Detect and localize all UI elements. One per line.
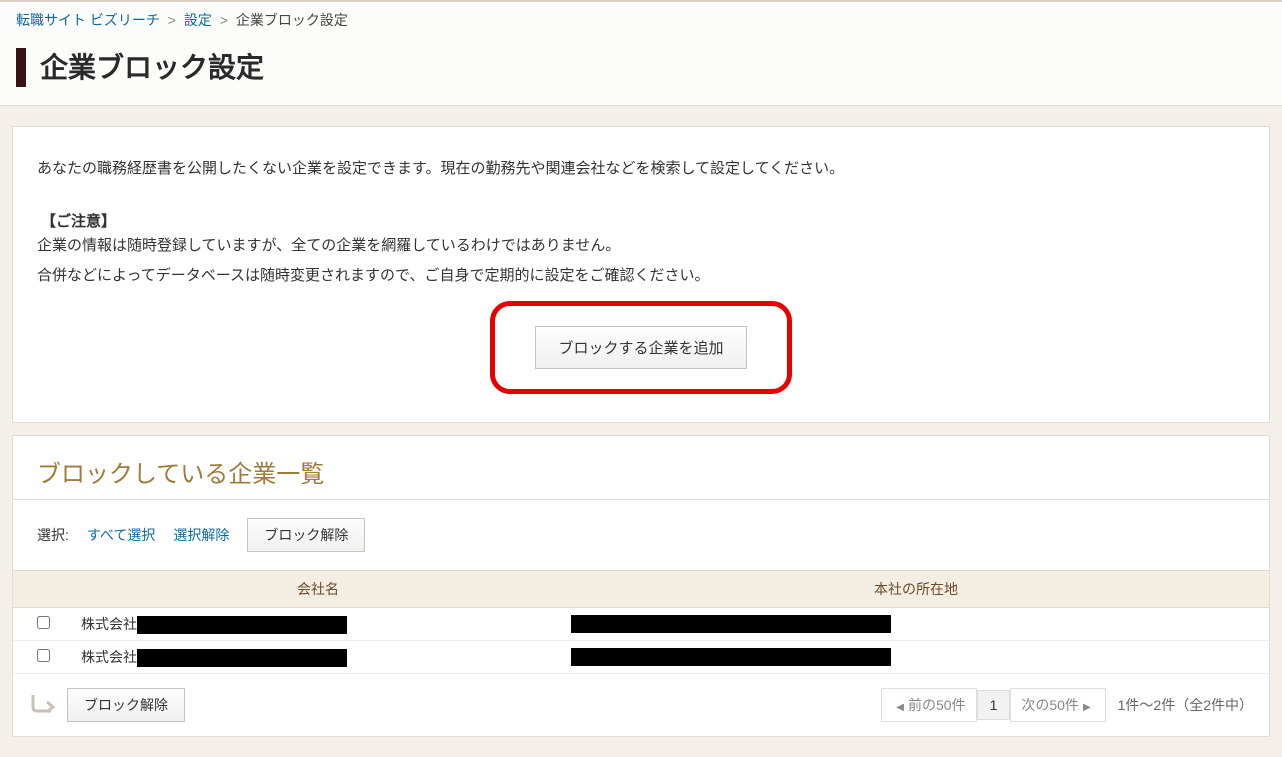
blocked-list-heading: ブロックしている企業一覧 bbox=[13, 436, 1269, 500]
page-heading: 企業ブロック設定 bbox=[0, 36, 1282, 106]
caution-title: 【ご注意】 bbox=[41, 210, 1245, 231]
select-label: 選択: bbox=[37, 525, 69, 545]
selection-toolbar: 選択: すべて選択 選択解除 ブロック解除 bbox=[13, 500, 1269, 570]
redacted-block bbox=[571, 615, 891, 633]
blocked-list-panel: ブロックしている企業一覧 選択: すべて選択 選択解除 ブロック解除 会社名 本… bbox=[12, 435, 1270, 738]
company-name-prefix: 株式会社 bbox=[81, 616, 137, 632]
table-row: 株式会社 bbox=[13, 607, 1269, 640]
breadcrumb-sep-icon: > bbox=[220, 12, 228, 28]
redacted-block bbox=[571, 648, 891, 666]
col-location: 本社の所在地 bbox=[563, 570, 1269, 607]
company-table: 会社名 本社の所在地 株式会社株式会社 bbox=[13, 570, 1269, 675]
deselect-link[interactable]: 選択解除 bbox=[173, 525, 229, 545]
current-page: 1 bbox=[977, 690, 1011, 720]
breadcrumb-sep-icon: > bbox=[168, 12, 176, 28]
unblock-button-bottom[interactable]: ブロック解除 bbox=[67, 688, 185, 722]
pager: ◀前の50件 1 次の50件▶ 1件～2件（全2件中） bbox=[881, 688, 1253, 722]
arrow-up-right-icon bbox=[29, 693, 57, 717]
select-all-link[interactable]: すべて選択 bbox=[87, 525, 155, 545]
breadcrumb-home-link[interactable]: 転職サイト ビズリーチ bbox=[16, 12, 160, 28]
chevron-left-icon: ◀ bbox=[896, 702, 904, 713]
breadcrumb-current: 企業ブロック設定 bbox=[236, 12, 348, 28]
result-count: 1件～2件（全2件中） bbox=[1118, 695, 1253, 715]
table-footer: ブロック解除 ◀前の50件 1 次の50件▶ 1件～2件（全2件中） bbox=[13, 674, 1269, 736]
next-page-button[interactable]: 次の50件▶ bbox=[1010, 688, 1105, 722]
col-checkbox bbox=[13, 570, 73, 607]
unblock-button-top[interactable]: ブロック解除 bbox=[247, 518, 365, 552]
redacted-block bbox=[137, 616, 347, 634]
breadcrumb-settings-link[interactable]: 設定 bbox=[184, 12, 212, 28]
table-row: 株式会社 bbox=[13, 640, 1269, 673]
intro-text: あなたの職務経歴書を公開したくない企業を設定できます。現在の勤務先や関連会社など… bbox=[37, 155, 1245, 184]
description-panel: あなたの職務経歴書を公開したくない企業を設定できます。現在の勤務先や関連会社など… bbox=[12, 126, 1270, 423]
chevron-right-icon: ▶ bbox=[1083, 702, 1091, 713]
caution-line-1: 企業の情報は随時登録していますが、全ての企業を網羅しているわけではありません。 bbox=[37, 231, 1245, 261]
add-block-company-button[interactable]: ブロックする企業を追加 bbox=[535, 326, 746, 369]
col-company-name: 会社名 bbox=[73, 570, 563, 607]
highlight-annotation: ブロックする企業を追加 bbox=[490, 301, 791, 394]
caution-line-2: 合併などによってデータベースは随時変更されますので、ご自身で定期的に設定をご確認… bbox=[37, 261, 1245, 291]
row-checkbox[interactable] bbox=[37, 649, 50, 662]
row-checkbox[interactable] bbox=[37, 616, 50, 629]
company-name-prefix: 株式会社 bbox=[81, 649, 137, 665]
page-title: 企業ブロック設定 bbox=[16, 48, 1266, 87]
redacted-block bbox=[137, 649, 347, 667]
breadcrumb: 転職サイト ビズリーチ > 設定 > 企業ブロック設定 bbox=[0, 0, 1282, 36]
prev-page-button[interactable]: ◀前の50件 bbox=[881, 688, 976, 722]
